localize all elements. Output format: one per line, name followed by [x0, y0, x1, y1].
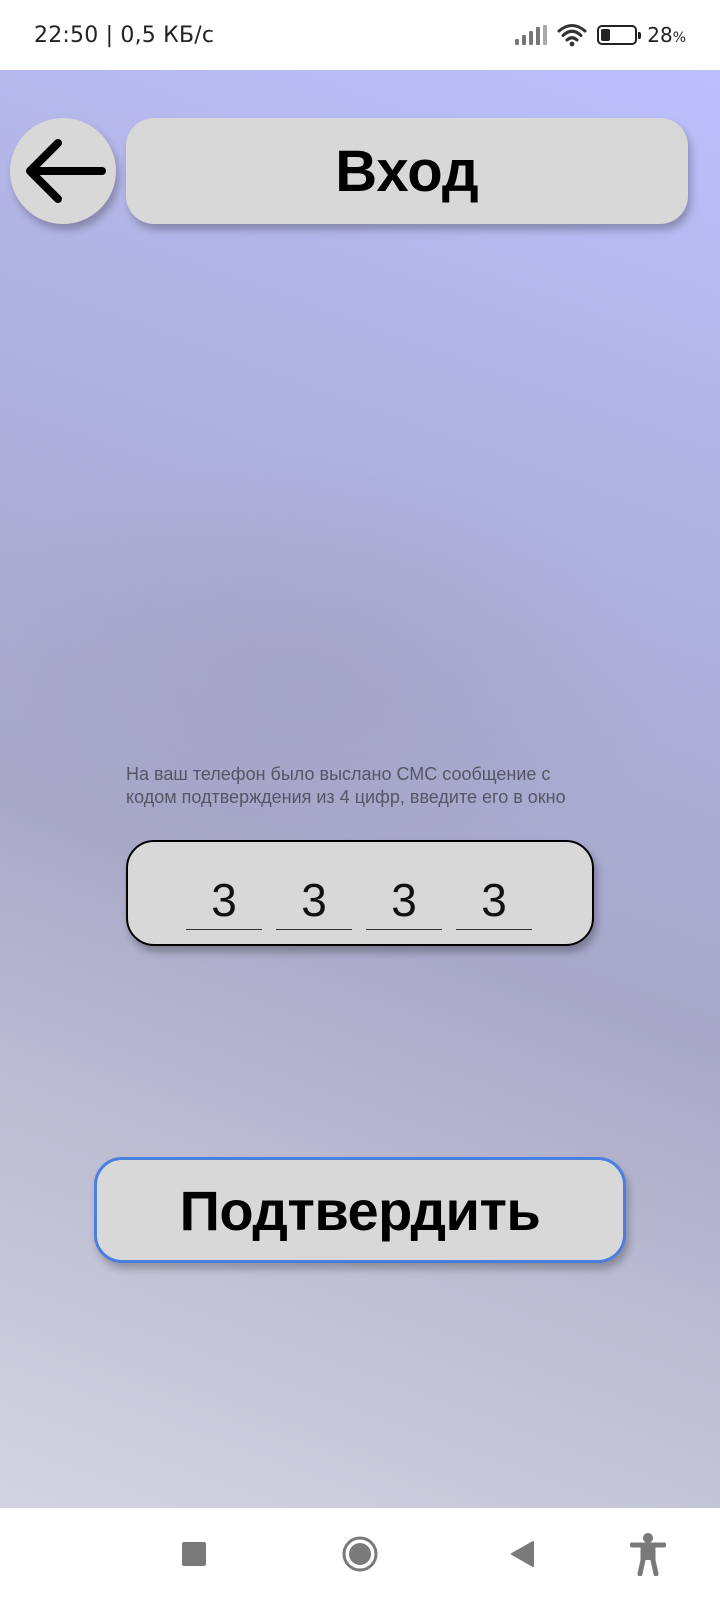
accessibility-button[interactable]	[608, 1508, 688, 1600]
home-circle-icon	[342, 1536, 378, 1572]
code-digit-2[interactable]: 3	[276, 872, 352, 930]
battery-icon	[597, 25, 642, 45]
back-button[interactable]	[10, 118, 116, 224]
confirm-button[interactable]: Подтвердить	[94, 1157, 626, 1263]
status-time-speed: 22:50 | 0,5 КБ/с	[34, 22, 215, 48]
confirm-button-label: Подтвердить	[179, 1178, 541, 1242]
home-button[interactable]	[320, 1508, 400, 1600]
battery-percent-suffix: %	[672, 30, 686, 46]
back-nav-button[interactable]	[482, 1508, 562, 1600]
code-digit-3[interactable]: 3	[366, 872, 442, 930]
code-input-box: 3 3 3 3	[126, 840, 594, 946]
status-bar: 22:50 | 0,5 КБ/с 28%	[0, 0, 720, 70]
recents-button[interactable]	[154, 1508, 234, 1600]
recents-square-icon	[182, 1542, 206, 1566]
battery-fill	[601, 29, 611, 41]
wifi-icon	[557, 24, 587, 47]
app-screen: Вход На ваш телефон было выслано СМС соо…	[0, 70, 720, 1508]
code-digit-1[interactable]: 3	[186, 872, 262, 930]
code-digit-4[interactable]: 3	[456, 872, 532, 930]
battery-percent: 28%	[647, 23, 686, 47]
sms-hint-text: На ваш телефон было выслано СМС сообщени…	[126, 764, 566, 807]
accessibility-icon	[630, 1533, 666, 1576]
page-title: Вход	[335, 138, 479, 204]
back-triangle-icon	[511, 1541, 534, 1567]
system-nav-bar	[0, 1508, 720, 1600]
battery-percent-value: 28	[647, 23, 673, 47]
status-icons: 28%	[515, 23, 686, 47]
cell-signal-icon	[515, 25, 548, 45]
arrow-left-icon	[26, 139, 106, 203]
header-title-box: Вход	[126, 118, 688, 224]
